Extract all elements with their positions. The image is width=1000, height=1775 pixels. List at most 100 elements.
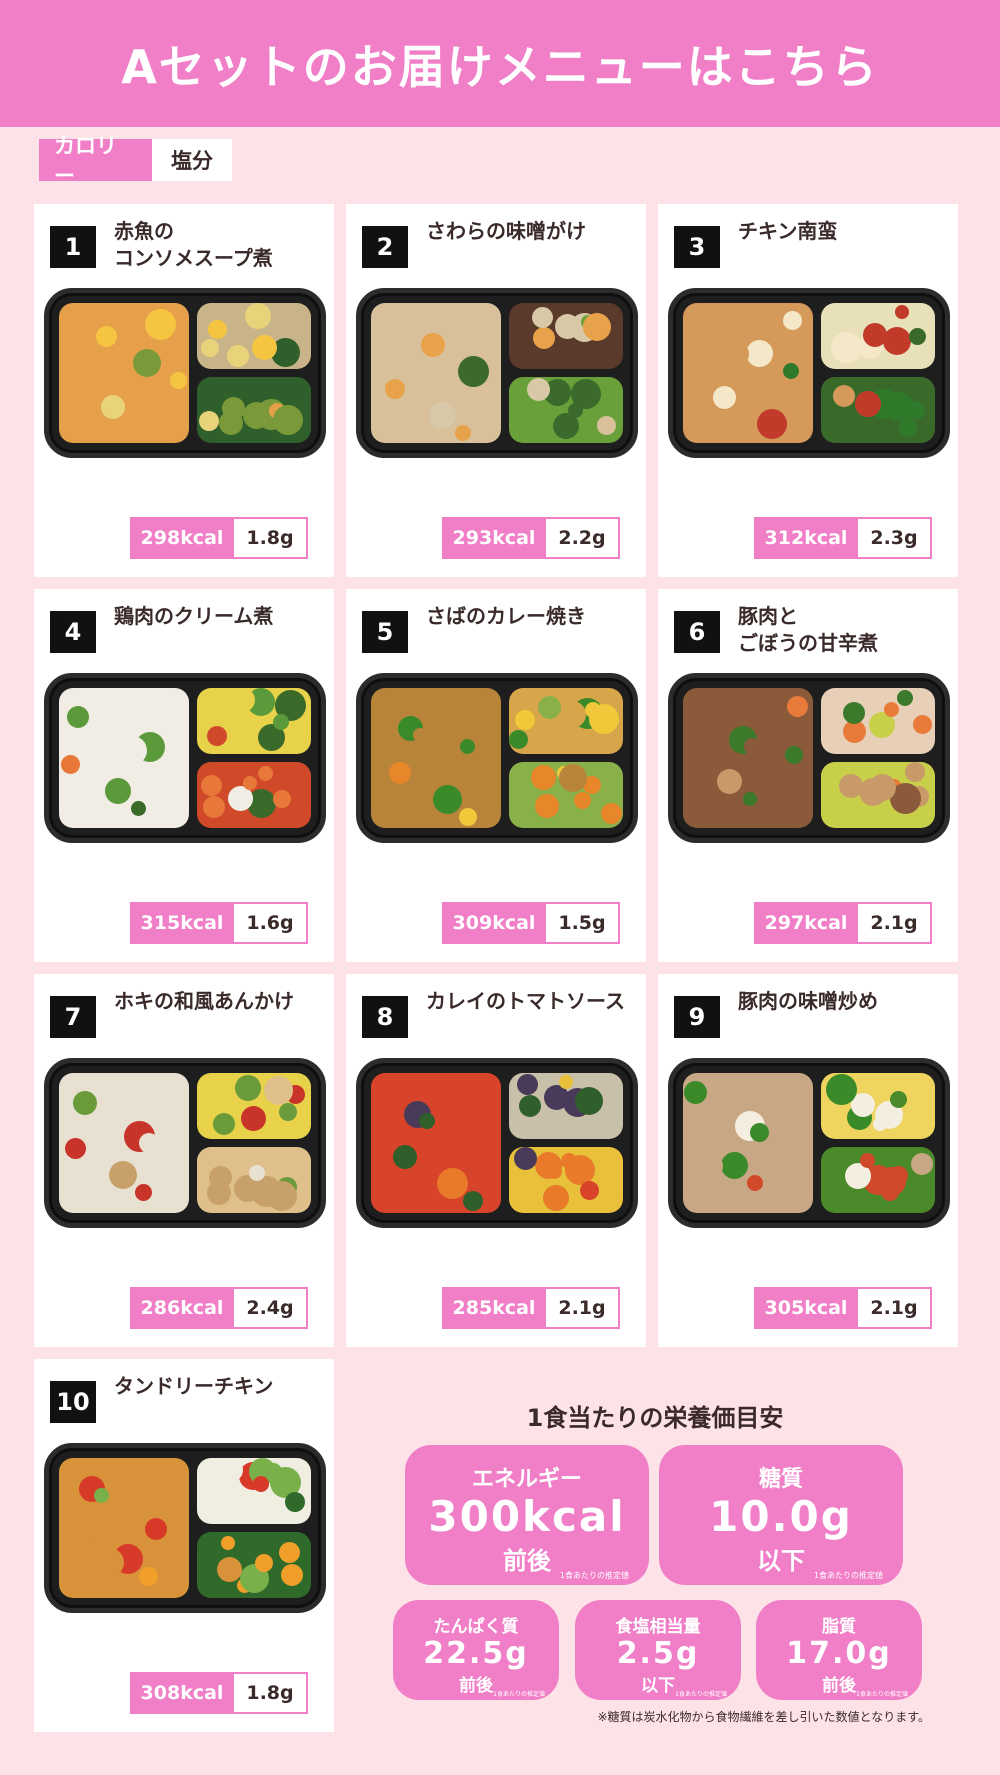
food-item <box>538 696 561 719</box>
food-item <box>96 326 117 347</box>
food-item <box>118 736 147 765</box>
food-compartment <box>821 1073 935 1139</box>
menu-card: 2 さわらの味噌がけ 293kcal 2.2g <box>346 204 646 577</box>
salt-value: 1.5g <box>546 902 620 944</box>
food-item <box>713 386 736 409</box>
food-item <box>583 313 611 341</box>
dish-name: カレイのトマトソース <box>426 989 625 1013</box>
food-compartment <box>509 303 623 369</box>
food-item <box>535 794 559 818</box>
food-item <box>519 1095 541 1117</box>
menu-card: 6 豚肉と ごぼうの甘辛煮 297kcal 2.1g <box>658 589 958 962</box>
salt-value: 2.5g <box>616 1636 700 1671</box>
food-item <box>559 1075 573 1089</box>
food-item <box>717 769 742 794</box>
food-item <box>285 1492 305 1512</box>
food-item <box>61 321 81 341</box>
food-item <box>59 303 73 317</box>
salt-value: 2.1g <box>858 902 932 944</box>
food-item <box>747 1175 763 1191</box>
salt-value: 1.8g <box>234 517 308 559</box>
food-item <box>241 1106 266 1131</box>
menu-number: 1 <box>50 226 96 268</box>
food-item <box>458 356 489 387</box>
food-item <box>389 762 411 784</box>
food-item <box>559 701 586 728</box>
food-item <box>217 1557 242 1582</box>
food-compartment <box>59 1073 189 1213</box>
food-item <box>282 315 297 330</box>
food-item <box>273 714 289 730</box>
food-item <box>252 335 277 360</box>
food-compartment <box>197 1073 311 1139</box>
food-item <box>145 1518 167 1540</box>
food-item <box>231 688 255 712</box>
food-item <box>532 307 553 328</box>
menu-number: 9 <box>674 996 720 1038</box>
energy-note: 1食あたりの推定値 <box>559 1571 629 1580</box>
food-item <box>555 314 580 339</box>
food-item <box>221 1536 235 1550</box>
toggle-salt-button[interactable]: 塩分 <box>152 139 232 181</box>
food-item <box>843 702 865 724</box>
dish-name: さわらの味噌がけ <box>426 219 586 243</box>
food-item <box>826 1074 857 1105</box>
food-item <box>67 706 89 728</box>
food-item <box>279 1542 300 1563</box>
menu-number: 2 <box>362 226 408 268</box>
nutrition-values: 298kcal 1.8g <box>130 517 308 559</box>
food-item <box>721 1152 748 1179</box>
protein-note: 1食あたりの推定値 <box>493 1691 545 1698</box>
bento-tray-image <box>668 673 950 843</box>
food-item <box>855 391 881 417</box>
food-item <box>895 305 909 319</box>
menu-number: 8 <box>362 996 408 1038</box>
calorie-value: 298kcal <box>130 517 234 559</box>
food-item <box>517 1074 538 1095</box>
protein-value: 22.5g <box>423 1636 529 1671</box>
fat-value: 17.0g <box>786 1636 892 1671</box>
food-item <box>459 808 477 826</box>
menu-card: 9 豚肉の味噌炒め 305kcal 2.1g <box>658 974 958 1347</box>
food-item <box>568 403 583 418</box>
food-item <box>750 1123 769 1142</box>
salt-badge: 食塩相当量 2.5g 以下 1食あたりの推定値 <box>575 1600 741 1700</box>
food-item <box>65 1138 86 1159</box>
food-item <box>385 379 405 399</box>
protein-badge: たんぱく質 22.5g 前後 1食あたりの推定値 <box>393 1600 559 1700</box>
food-item <box>139 1567 158 1586</box>
food-item <box>249 1165 265 1181</box>
food-item <box>547 1164 562 1179</box>
food-compartment <box>59 303 189 443</box>
calorie-value: 308kcal <box>130 1672 234 1714</box>
bento-tray-image <box>44 1443 326 1613</box>
carbs-label: 糖質 <box>758 1467 803 1492</box>
menu-number: 7 <box>50 996 96 1038</box>
food-item <box>423 716 449 742</box>
energy-label: エネルギー <box>471 1467 582 1492</box>
food-item <box>235 1075 261 1101</box>
food-item <box>384 310 401 327</box>
nutrition-values: 285kcal 2.1g <box>442 1287 620 1329</box>
food-compartment <box>197 762 311 828</box>
salt-label: 食塩相当量 <box>615 1617 701 1637</box>
toggle-calorie-button[interactable]: カロリー <box>39 134 152 188</box>
food-compartment <box>509 1073 623 1139</box>
food-item <box>787 1129 807 1149</box>
food-item <box>429 402 456 429</box>
nutrition-toggle[interactable]: カロリー 塩分 <box>39 134 232 188</box>
food-compartment <box>59 1458 189 1598</box>
food-item <box>884 702 899 717</box>
food-item <box>913 715 932 734</box>
food-item <box>589 704 619 734</box>
food-item <box>899 419 917 437</box>
food-item <box>785 746 803 764</box>
page-title: Aセットのお届けメニューはこちら <box>121 39 879 94</box>
salt-value: 2.1g <box>858 1287 932 1329</box>
food-item <box>255 1554 273 1572</box>
food-item <box>597 416 616 435</box>
food-item <box>533 327 555 349</box>
salt-value: 2.1g <box>546 1287 620 1329</box>
food-compartment <box>683 303 813 443</box>
food-item <box>219 1458 243 1482</box>
